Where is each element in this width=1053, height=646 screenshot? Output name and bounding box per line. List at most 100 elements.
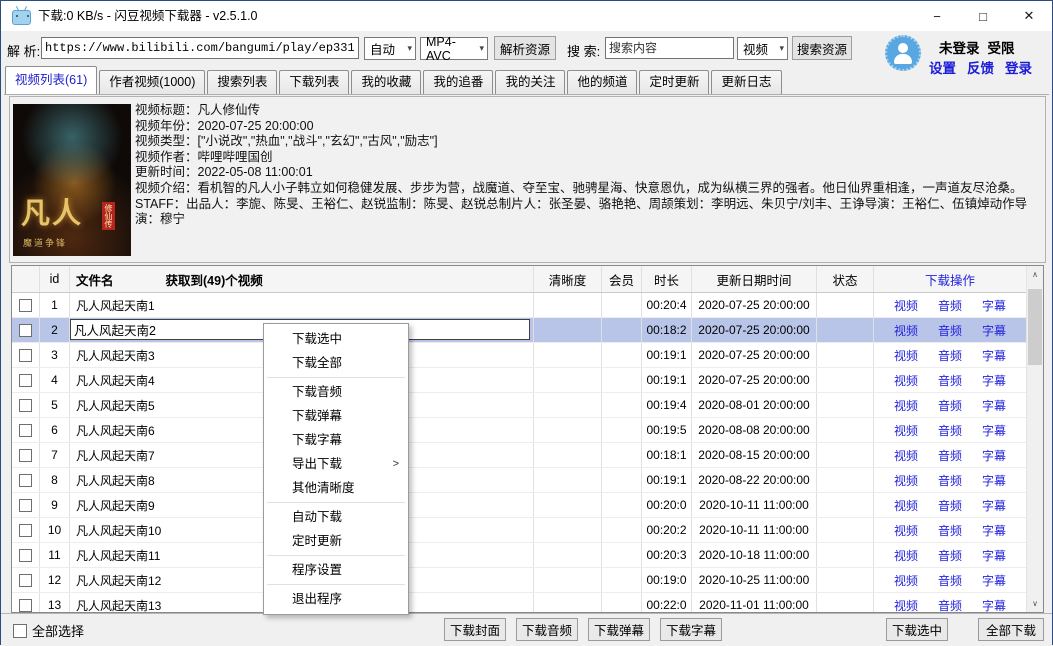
- download-audio-button[interactable]: 下载音频: [516, 618, 578, 641]
- audio-link[interactable]: 音频: [938, 572, 962, 589]
- tab-my-bangumi[interactable]: 我的追番: [423, 70, 493, 94]
- audio-link[interactable]: 音频: [938, 497, 962, 514]
- mode-select[interactable]: 自动▾: [364, 37, 416, 60]
- table-row[interactable]: 3凡人风起天南300:19:12020-07-25 20:00:00视频音频字幕: [12, 343, 1026, 368]
- subtitle-link[interactable]: 字幕: [982, 472, 1006, 489]
- table-row[interactable]: 13凡人风起天南1300:22:02020-11-01 11:00:00视频音频…: [12, 593, 1026, 613]
- scrollbar-thumb[interactable]: [1028, 289, 1042, 365]
- audio-link[interactable]: 音频: [938, 397, 962, 414]
- avatar[interactable]: [885, 35, 921, 71]
- video-link[interactable]: 视频: [894, 372, 918, 389]
- audio-link[interactable]: 音频: [938, 297, 962, 314]
- video-link[interactable]: 视频: [894, 422, 918, 439]
- table-row[interactable]: 12凡人风起天南1200:19:02020-10-25 11:00:00视频音频…: [12, 568, 1026, 593]
- table-row[interactable]: 8凡人风起天南800:19:12020-08-22 20:00:00视频音频字幕: [12, 468, 1026, 493]
- subtitle-link[interactable]: 字幕: [982, 347, 1006, 364]
- scroll-up-icon[interactable]: ∧: [1027, 266, 1043, 283]
- tab-video-list[interactable]: 视频列表(61): [5, 66, 97, 94]
- checkbox-icon[interactable]: [19, 449, 32, 462]
- subtitle-link[interactable]: 字幕: [982, 297, 1006, 314]
- checkbox-icon[interactable]: [19, 474, 32, 487]
- row-checkbox[interactable]: [12, 393, 40, 417]
- subtitle-link[interactable]: 字幕: [982, 547, 1006, 564]
- video-link[interactable]: 视频: [894, 347, 918, 364]
- subtitle-link[interactable]: 字幕: [982, 572, 1006, 589]
- checkbox-icon[interactable]: [19, 549, 32, 562]
- audio-link[interactable]: 音频: [938, 597, 962, 614]
- video-link[interactable]: 视频: [894, 522, 918, 539]
- tab-my-follows[interactable]: 我的关注: [495, 70, 565, 94]
- table-row[interactable]: 5凡人风起天南500:19:42020-08-01 20:00:00视频音频字幕: [12, 393, 1026, 418]
- audio-link[interactable]: 音频: [938, 372, 962, 389]
- checkbox-icon[interactable]: [19, 299, 32, 312]
- select-all-checkbox[interactable]: 全部选择: [13, 621, 84, 640]
- row-checkbox[interactable]: [12, 493, 40, 517]
- context-menu-item[interactable]: 下载选中: [264, 327, 408, 351]
- table-row[interactable]: 6凡人风起天南600:19:52020-08-08 20:00:00视频音频字幕: [12, 418, 1026, 443]
- row-checkbox[interactable]: [12, 443, 40, 467]
- url-input[interactable]: [41, 37, 359, 59]
- context-menu-item[interactable]: 下载全部: [264, 351, 408, 375]
- download-subtitle-button[interactable]: 下载字幕: [660, 618, 722, 641]
- tab-download-list[interactable]: 下载列表: [279, 70, 349, 94]
- subtitle-link[interactable]: 字幕: [982, 522, 1006, 539]
- checkbox-icon[interactable]: [19, 349, 32, 362]
- scroll-down-icon[interactable]: ∨: [1027, 595, 1043, 612]
- maximize-button[interactable]: □: [960, 1, 1006, 31]
- search-type-select[interactable]: 视频▾: [737, 37, 788, 60]
- tab-changelog[interactable]: 更新日志: [711, 70, 781, 94]
- row-checkbox[interactable]: [12, 318, 40, 342]
- row-checkbox[interactable]: [12, 293, 40, 317]
- video-link[interactable]: 视频: [894, 597, 918, 614]
- row-checkbox[interactable]: [12, 593, 40, 613]
- table-row[interactable]: 7凡人风起天南700:18:12020-08-15 20:00:00视频音频字幕: [12, 443, 1026, 468]
- checkbox-icon[interactable]: [19, 399, 32, 412]
- minimize-button[interactable]: −: [914, 1, 960, 31]
- video-link[interactable]: 视频: [894, 497, 918, 514]
- video-link[interactable]: 视频: [894, 397, 918, 414]
- context-menu-item[interactable]: 下载字幕: [264, 428, 408, 452]
- tab-scheduled-update[interactable]: 定时更新: [639, 70, 709, 94]
- context-menu-item[interactable]: 导出下载>: [264, 452, 408, 476]
- tab-search-list[interactable]: 搜索列表: [207, 70, 277, 94]
- download-cover-button[interactable]: 下载封面: [444, 618, 506, 641]
- tab-favorites[interactable]: 我的收藏: [351, 70, 421, 94]
- checkbox-icon[interactable]: [19, 599, 32, 612]
- context-menu-item[interactable]: 程序设置: [264, 558, 408, 582]
- audio-link[interactable]: 音频: [938, 322, 962, 339]
- row-checkbox[interactable]: [12, 343, 40, 367]
- row-checkbox[interactable]: [12, 368, 40, 392]
- checkbox-icon[interactable]: [19, 574, 32, 587]
- format-select[interactable]: MP4-AVC▾: [420, 37, 488, 60]
- search-input[interactable]: [605, 37, 734, 59]
- audio-link[interactable]: 音频: [938, 422, 962, 439]
- subtitle-link[interactable]: 字幕: [982, 397, 1006, 414]
- video-link[interactable]: 视频: [894, 447, 918, 464]
- row-checkbox[interactable]: [12, 468, 40, 492]
- context-menu-item[interactable]: 下载弹幕: [264, 404, 408, 428]
- table-row[interactable]: 200:18:22020-07-25 20:00:00视频音频字幕: [12, 318, 1026, 343]
- checkbox-icon[interactable]: [13, 624, 27, 638]
- row-checkbox[interactable]: [12, 518, 40, 542]
- checkbox-icon[interactable]: [19, 324, 32, 337]
- subtitle-link[interactable]: 字幕: [982, 597, 1006, 614]
- search-resource-button[interactable]: 搜索资源: [792, 36, 852, 60]
- audio-link[interactable]: 音频: [938, 472, 962, 489]
- subtitle-link[interactable]: 字幕: [982, 422, 1006, 439]
- context-menu-item[interactable]: 下载音频: [264, 380, 408, 404]
- video-link[interactable]: 视频: [894, 547, 918, 564]
- video-link[interactable]: 视频: [894, 322, 918, 339]
- context-menu-item[interactable]: 退出程序: [264, 587, 408, 611]
- tab-author-videos[interactable]: 作者视频(1000): [99, 70, 205, 94]
- download-all-button[interactable]: 全部下载: [978, 618, 1044, 641]
- subtitle-link[interactable]: 字幕: [982, 372, 1006, 389]
- row-checkbox[interactable]: [12, 568, 40, 592]
- checkbox-icon[interactable]: [19, 499, 32, 512]
- download-selected-button[interactable]: 下载选中: [886, 618, 948, 641]
- row-filename[interactable]: 凡人风起天南1: [70, 293, 534, 317]
- close-button[interactable]: ✕: [1006, 1, 1052, 31]
- table-row[interactable]: 4凡人风起天南400:19:12020-07-25 20:00:00视频音频字幕: [12, 368, 1026, 393]
- video-link[interactable]: 视频: [894, 297, 918, 314]
- audio-link[interactable]: 音频: [938, 447, 962, 464]
- checkbox-icon[interactable]: [19, 374, 32, 387]
